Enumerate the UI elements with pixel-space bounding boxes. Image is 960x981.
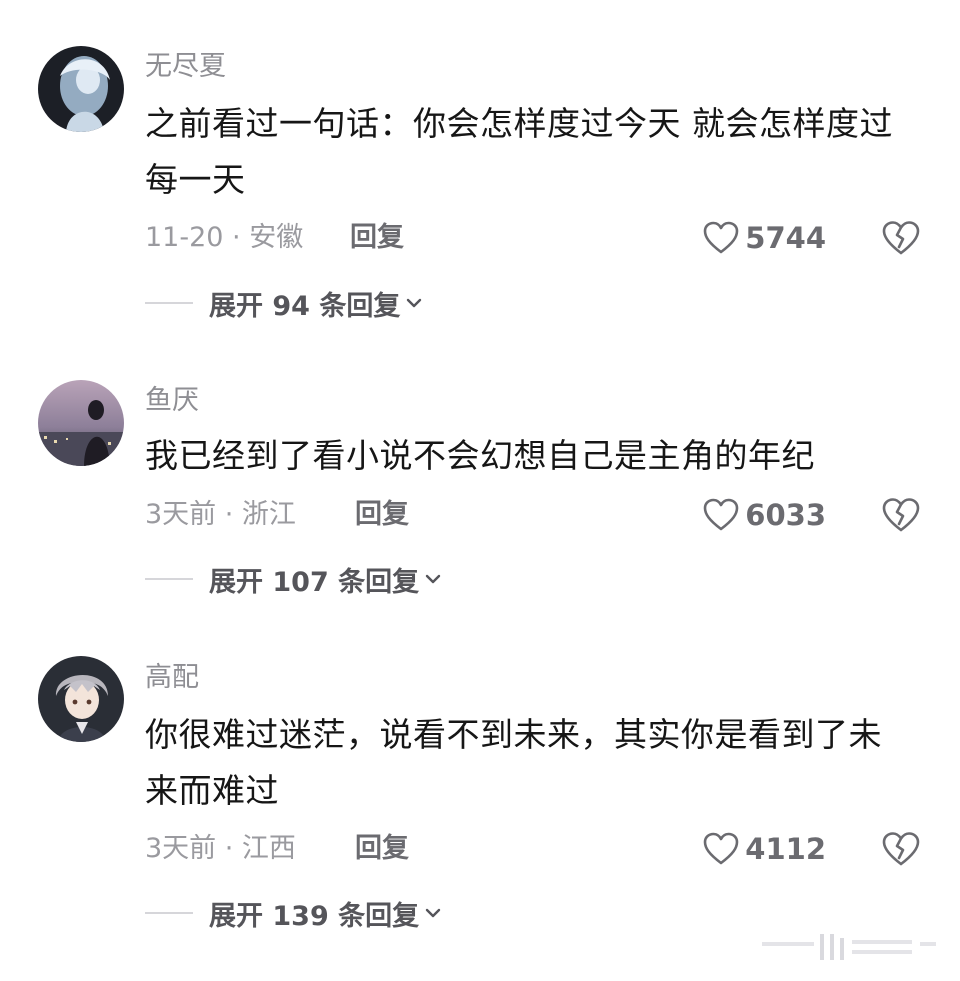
watermark-graphic [762,934,936,960]
date-location: 3天前 · 江西 [145,833,296,864]
heart-outline-icon [703,498,739,531]
comment-meta: 11-20 · 安徽 回复 [145,221,404,255]
chevron-down-icon [407,298,422,308]
like-button[interactable]: 6033 [703,497,826,533]
like-button[interactable]: 4112 [703,831,826,867]
dislike-button[interactable] [882,220,920,256]
chevron-down-icon [425,574,441,584]
comment-meta: 3天前 · 浙江 回复 [145,498,409,532]
avatar[interactable] [38,380,124,466]
comment-text: 你很难过迷茫，说看不到未来，其实你是看到了未来而难过 [145,715,882,810]
expand-replies-label: 展开 107 条回复 [209,566,420,598]
broken-heart-icon [882,832,920,866]
dislike-button[interactable] [882,831,920,867]
username[interactable]: 无尽夏 [145,50,226,84]
dislike-button[interactable] [882,497,920,533]
divider [145,578,193,580]
reply-button[interactable]: 回复 [350,221,404,255]
comment-text: 之前看过一句话：你会怎样度过今天 就会怎样度过每一天 [145,104,893,199]
chevron-down-icon [425,908,441,918]
comment-meta: 3天前 · 江西 回复 [145,832,409,866]
expand-replies[interactable]: 展开 139 条回复 [145,896,441,932]
expand-replies[interactable]: 展开 94 条回复 [145,286,422,322]
heart-outline-icon [703,832,739,865]
comment-text: 我已经到了看小说不会幻想自己是主角的年纪 [145,436,815,475]
expand-replies[interactable]: 展开 107 条回复 [145,562,441,598]
like-count: 6033 [745,498,826,532]
username[interactable]: 鱼厌 [145,384,199,418]
divider [145,302,193,304]
broken-heart-icon [882,221,920,255]
avatar[interactable] [38,656,124,742]
like-count: 4112 [745,832,826,866]
avatar[interactable] [38,46,124,132]
expand-replies-label: 展开 94 条回复 [209,290,401,322]
date-location: 11-20 · 安徽 [145,222,304,253]
like-count: 5744 [745,221,826,255]
reply-button[interactable]: 回复 [355,832,409,866]
like-button[interactable]: 5744 [703,220,826,256]
comment-feed: 无尽夏 之前看过一句话：你会怎样度过今天 就会怎样度过每一天 11-20 · 安… [0,0,960,981]
broken-heart-icon [882,498,920,532]
heart-outline-icon [703,221,739,254]
reply-button[interactable]: 回复 [355,498,409,532]
date-location: 3天前 · 浙江 [145,499,296,530]
expand-replies-label: 展开 139 条回复 [209,900,420,932]
divider [145,912,193,914]
username[interactable]: 高配 [145,661,199,695]
